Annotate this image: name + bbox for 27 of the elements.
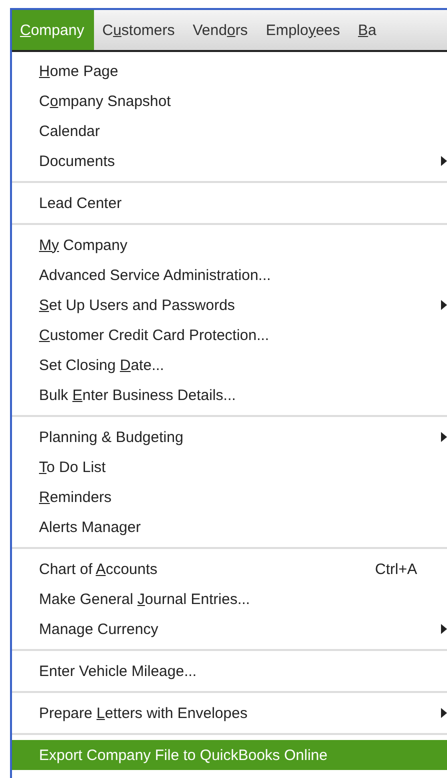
menu-item[interactable]: Manage Currency — [12, 614, 447, 644]
menu-bar-item[interactable]: Ba — [350, 10, 386, 50]
menu-item[interactable]: Enter Vehicle Mileage... — [12, 656, 447, 686]
menu-item[interactable]: Planning & Budgeting — [12, 422, 447, 452]
menu-bar-item[interactable]: Company — [12, 10, 94, 50]
menu-item[interactable]: My Company — [12, 230, 447, 260]
menu-item[interactable]: Prepare Letters with Envelopes — [12, 698, 447, 728]
menu-item[interactable]: Reminders — [12, 482, 447, 512]
menu-bar-item[interactable]: Employees — [258, 10, 350, 50]
menu-item[interactable]: Documents — [12, 146, 447, 176]
menu-item[interactable]: Lead Center — [12, 188, 447, 218]
menu-item[interactable]: Alerts Manager — [12, 512, 447, 542]
menu-item[interactable]: Chart of Accounts Ctrl+A — [12, 554, 447, 584]
menu-item[interactable]: To Do List — [12, 452, 447, 482]
menu-item[interactable]: Advanced Service Administration... — [12, 260, 447, 290]
menu-bar-item[interactable]: Customers — [94, 10, 185, 50]
menu-item[interactable]: Company Snapshot — [12, 86, 447, 116]
menu-item[interactable]: Set Closing Date... — [12, 350, 447, 380]
menu-item[interactable]: Export Company File to QuickBooks Online — [12, 740, 447, 770]
menu-item[interactable]: Set Up Users and Passwords — [12, 290, 447, 320]
menu-item[interactable]: Bulk Enter Business Details... — [12, 380, 447, 410]
shortcut-label: Ctrl+A — [375, 560, 418, 578]
menu-item[interactable]: Customer Credit Card Protection... — [12, 320, 447, 350]
menu-item[interactable]: Home Page — [12, 56, 447, 86]
menu-item[interactable]: Make General Journal Entries... — [12, 584, 447, 614]
menu-bar-item[interactable]: Vendors — [184, 10, 258, 50]
menu-item[interactable]: Calendar — [12, 116, 447, 146]
